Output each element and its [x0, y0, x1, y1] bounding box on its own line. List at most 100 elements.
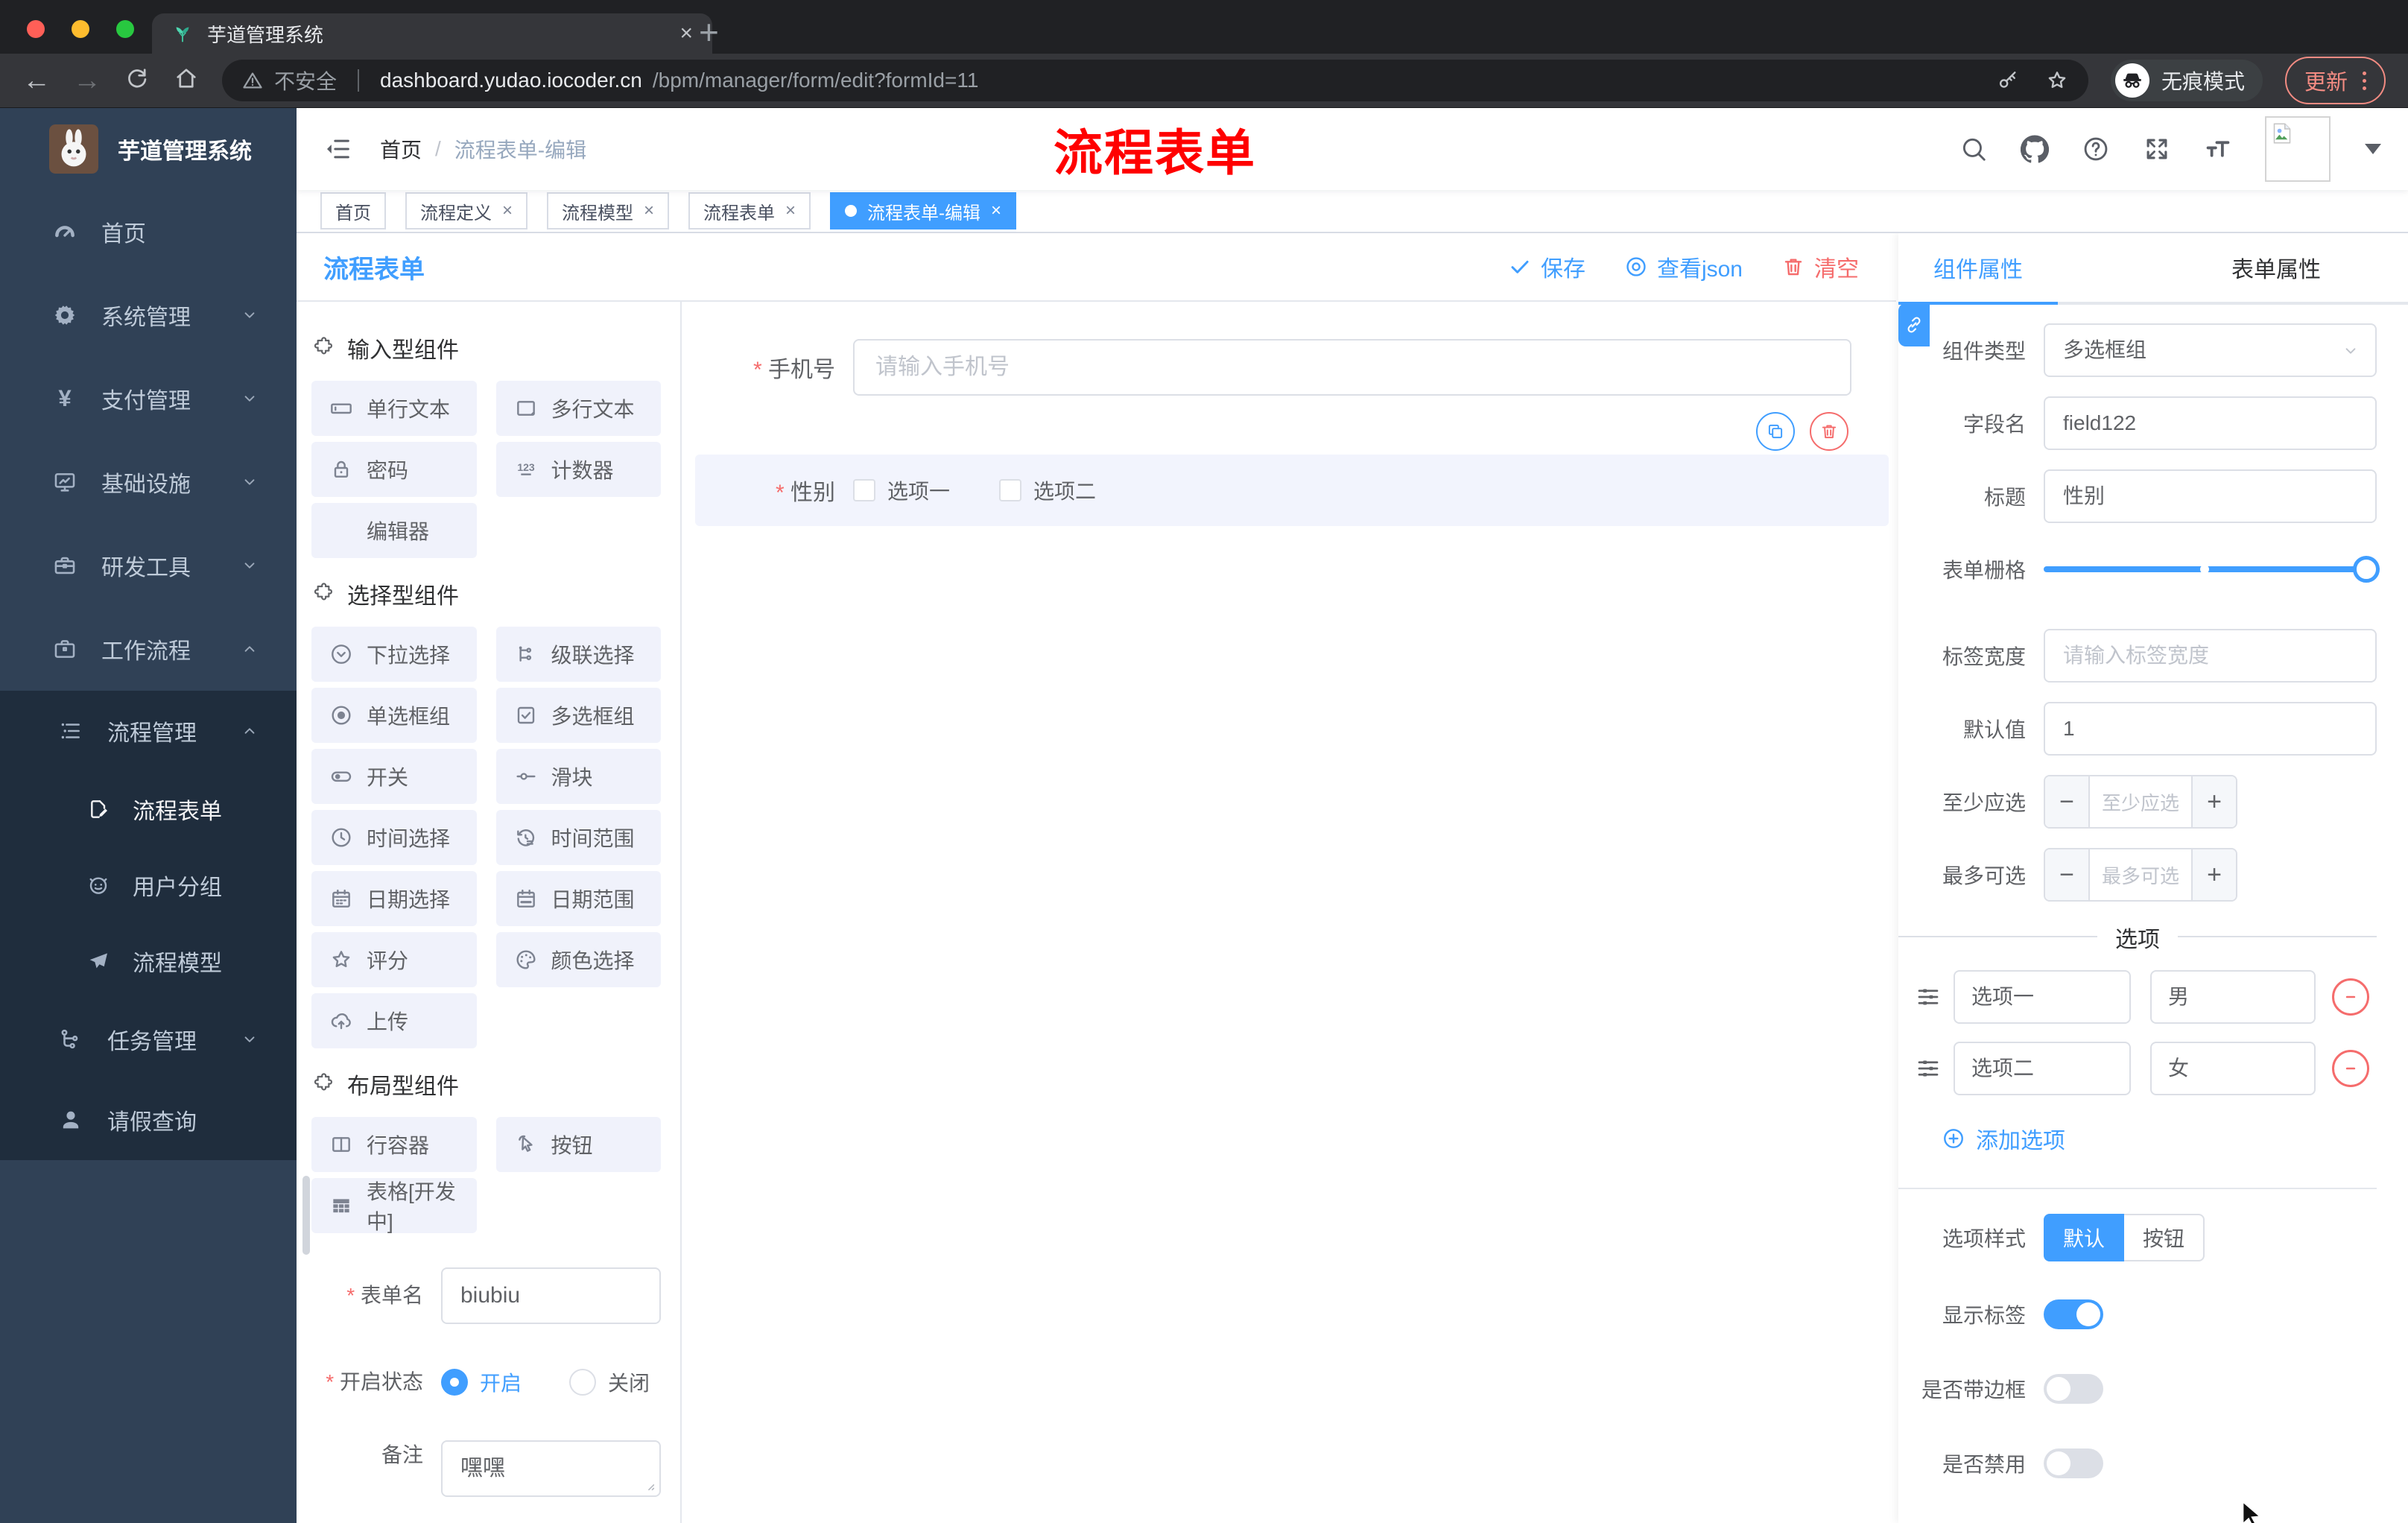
toggle-显示标签[interactable] [2044, 1299, 2103, 1329]
toggle-是否禁用[interactable] [2044, 1448, 2103, 1478]
option-label-input[interactable]: 选项二 [1954, 1042, 2131, 1095]
bookmark-star-icon[interactable] [2045, 69, 2069, 92]
component-滑块[interactable]: 滑块 [495, 749, 661, 804]
tag-close-icon[interactable]: × [644, 200, 654, 221]
scrollbar-thumb[interactable] [302, 1176, 310, 1255]
component-单行文本[interactable]: 单行文本 [311, 381, 477, 436]
reload-icon[interactable] [124, 65, 150, 97]
component-编辑器[interactable]: 编辑器 [311, 503, 477, 558]
type-select[interactable]: 多选框组 [2044, 323, 2377, 377]
browser-menu-icon[interactable] [2363, 71, 2366, 90]
back-icon[interactable]: ← [22, 66, 51, 95]
drag-handle-icon[interactable] [1915, 1055, 1942, 1082]
component-级联选择[interactable]: 级联选择 [495, 627, 661, 682]
sidebar-item-流程模型[interactable]: 流程模型 [0, 923, 297, 999]
component-日期范围[interactable]: 日期范围 [495, 871, 661, 926]
sidebar-item-请假查询[interactable]: 请假查询 [0, 1080, 297, 1160]
github-icon[interactable] [2021, 135, 2049, 163]
tag-close-icon[interactable]: × [502, 200, 513, 221]
sidebar-item-任务管理[interactable]: 任务管理 [0, 999, 297, 1080]
sidebar-item-支付管理[interactable]: ¥ 支付管理 [0, 357, 297, 440]
radio-off[interactable]: 关闭 [569, 1367, 650, 1397]
component-下拉选择[interactable]: 下拉选择 [311, 627, 477, 682]
sidebar-logo[interactable]: 芋道管理系统 [0, 108, 297, 190]
avatar[interactable] [2265, 116, 2331, 182]
component-评分[interactable]: 评分 [311, 932, 477, 987]
component-时间范围[interactable]: 时间范围 [495, 810, 661, 865]
breadcrumb-home[interactable]: 首页 [380, 134, 422, 164]
tag-close-icon[interactable]: × [991, 200, 1001, 221]
resize-handle-icon[interactable] [640, 1476, 656, 1492]
component-上传[interactable]: 上传 [311, 993, 477, 1048]
plus-button[interactable]: + [2191, 849, 2236, 900]
tag-流程定义[interactable]: 流程定义 × [405, 192, 528, 229]
minimize-window-button[interactable] [72, 20, 89, 38]
component-计数器[interactable]: 123 计数器 [495, 442, 661, 497]
tag-close-icon[interactable]: × [785, 200, 796, 221]
default-value-input[interactable]: 1 [2044, 702, 2377, 756]
minus-button[interactable]: − [2045, 849, 2090, 900]
window-controls[interactable] [27, 20, 134, 38]
password-key-icon[interactable] [1996, 69, 2020, 92]
phone-field-row[interactable]: 手机号 请输入手机号 [682, 339, 1851, 396]
delete-component-button[interactable] [1810, 412, 1848, 451]
component-多行文本[interactable]: 多行文本 [495, 381, 661, 436]
tab-component-props[interactable]: 组件属性 [1898, 233, 2058, 302]
component-颜色选择[interactable]: 颜色选择 [495, 932, 661, 987]
search-icon[interactable] [1959, 135, 1988, 163]
address-bar[interactable]: 不安全 dashboard.yudao.iocoder.cn/bpm/manag… [222, 60, 2088, 101]
tag-流程表单[interactable]: 流程表单 × [688, 192, 811, 229]
sidebar-item-研发工具[interactable]: 研发工具 [0, 524, 297, 607]
new-tab-button[interactable]: + [699, 12, 719, 52]
field-name-input[interactable]: field122 [2044, 396, 2377, 450]
checkbox-box[interactable] [853, 479, 875, 501]
component-表格[开发中][interactable]: 表格[开发中] [311, 1178, 477, 1233]
grid-slider[interactable] [2044, 542, 2380, 596]
checkbox-选项一[interactable]: 选项一 [853, 475, 950, 505]
save-button[interactable]: 保存 [1508, 250, 1585, 283]
tab-close-icon[interactable]: × [679, 21, 693, 46]
component-密码[interactable]: 密码 [311, 442, 477, 497]
option-label-input[interactable]: 选项一 [1954, 970, 2131, 1024]
plus-button[interactable]: + [2191, 776, 2236, 827]
clear-button[interactable]: 清空 [1781, 250, 1859, 283]
home-icon[interactable] [173, 65, 200, 97]
style-button-button[interactable]: 按钮 [2124, 1214, 2205, 1261]
copy-component-button[interactable] [1756, 412, 1795, 451]
font-size-icon[interactable] [2204, 135, 2232, 163]
sidebar-item-流程管理[interactable]: 流程管理 [0, 691, 297, 771]
sidebar-item-用户分组[interactable]: 用户分组 [0, 847, 297, 923]
title-input[interactable]: 性别 [2044, 469, 2377, 523]
gender-field-row[interactable]: 性别 选项一 选项二 [695, 455, 1889, 526]
toggle-是否带边框[interactable] [2044, 1374, 2103, 1404]
component-多选框组[interactable]: 多选框组 [495, 688, 661, 743]
remove-option-button[interactable] [2332, 1050, 2369, 1087]
remark-textarea[interactable]: 嘿嘿 [441, 1440, 661, 1497]
sidebar-item-系统管理[interactable]: 系统管理 [0, 273, 297, 357]
maximize-window-button[interactable] [116, 20, 134, 38]
component-行容器[interactable]: 行容器 [311, 1117, 477, 1172]
checkbox-box[interactable] [999, 479, 1022, 501]
tag-流程模型[interactable]: 流程模型 × [547, 192, 670, 229]
max-stepper-input[interactable]: 最多可选 [2090, 849, 2191, 900]
radio-on[interactable]: 开启 [441, 1367, 522, 1397]
add-option-button[interactable]: 添加选项 [1942, 1122, 2377, 1155]
tag-流程表单-编辑[interactable]: 流程表单-编辑 × [830, 192, 1017, 229]
min-stepper-input[interactable]: 至少应选 [2090, 776, 2191, 827]
hamburger-icon[interactable] [323, 134, 353, 164]
sidebar-item-流程表单[interactable]: 流程表单 [0, 771, 297, 847]
browser-tab[interactable]: 芋道管理系统 × [152, 13, 712, 54]
option-value-input[interactable]: 男 [2150, 970, 2316, 1024]
component-时间选择[interactable]: 时间选择 [311, 810, 477, 865]
slider-thumb[interactable] [2353, 556, 2380, 583]
drag-handle-icon[interactable] [1915, 984, 1942, 1010]
option-value-input[interactable]: 女 [2150, 1042, 2316, 1095]
tag-首页[interactable]: 首页 [320, 192, 386, 229]
fullscreen-icon[interactable] [2143, 135, 2171, 163]
sidebar-item-基础设施[interactable]: 基础设施 [0, 440, 297, 524]
help-icon[interactable] [2082, 135, 2110, 163]
form-name-input[interactable]: biubiu [441, 1267, 661, 1324]
minus-button[interactable]: − [2045, 776, 2090, 827]
component-开关[interactable]: 开关 [311, 749, 477, 804]
close-window-button[interactable] [27, 20, 45, 38]
